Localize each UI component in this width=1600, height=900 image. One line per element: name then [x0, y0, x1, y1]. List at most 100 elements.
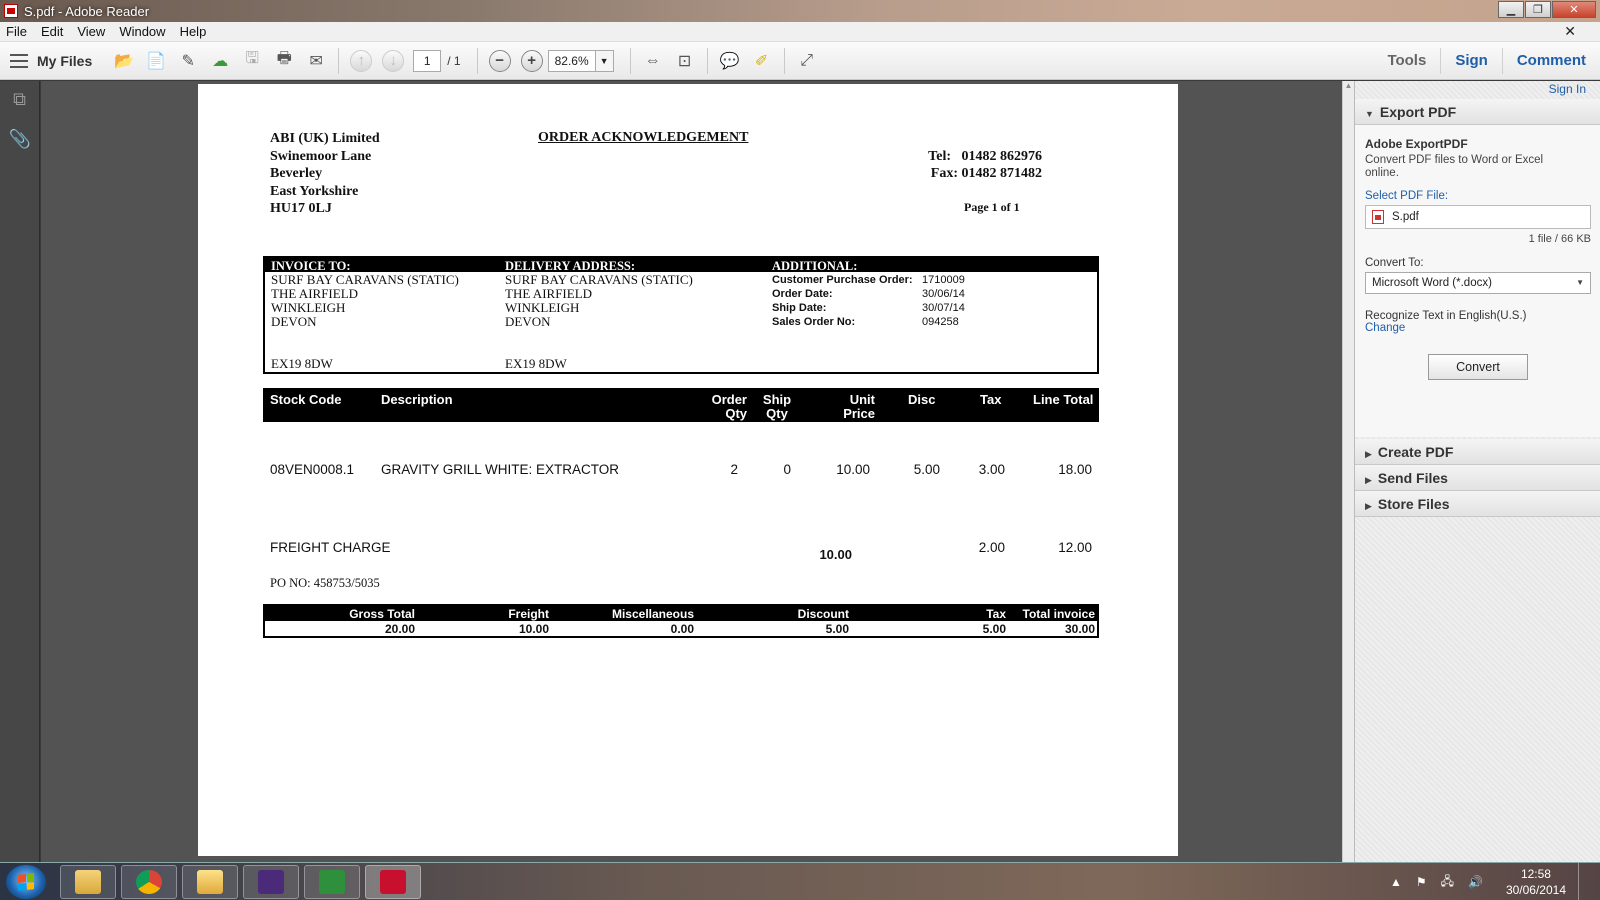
windows-logo-icon — [18, 873, 34, 891]
close-document-icon[interactable]: ✕ — [1564, 23, 1576, 40]
zoom-out-icon[interactable]: − — [488, 49, 511, 72]
delivery-line: THE AIRFIELD — [505, 286, 593, 301]
file-name: S.pdf — [1392, 211, 1419, 223]
save-icon[interactable]: 🖫 — [240, 49, 264, 73]
zoom-dropdown-icon[interactable]: ▼ — [595, 49, 614, 72]
comment-button[interactable]: Comment — [1501, 48, 1600, 74]
email-icon[interactable]: ✉ — [304, 49, 328, 73]
cell-ship-qty: 0 — [783, 462, 791, 477]
selected-file-field[interactable]: S.pdf — [1365, 205, 1591, 229]
adobe-reader-task-icon[interactable] — [365, 865, 421, 899]
store-files-section[interactable]: ▶ Store Files — [1355, 491, 1600, 517]
my-files-button[interactable]: My Files — [37, 53, 92, 69]
discount-label: Discount — [797, 607, 849, 621]
totals-box: Gross Total Freight Miscellaneous Discou… — [263, 604, 1099, 638]
menu-bar: File Edit View Window Help ✕ — [0, 22, 1600, 42]
chrome-task-icon[interactable] — [121, 865, 177, 899]
invoice-line: SURF BAY CARAVANS (STATIC) — [271, 272, 459, 287]
menu-window[interactable]: Window — [119, 24, 165, 39]
sticky-note-icon[interactable]: 💬 — [718, 49, 742, 73]
explorer-task-icon[interactable] — [60, 865, 116, 899]
attachments-icon[interactable]: 📎 — [9, 129, 31, 151]
tools-button[interactable]: Tools — [1373, 48, 1440, 74]
convert-to-select[interactable]: Microsoft Word (*.docx) — [1365, 272, 1591, 294]
col-description: Description — [381, 392, 453, 407]
export-pdf-section-header[interactable]: ▼ Export PDF — [1355, 99, 1600, 125]
send-files-section[interactable]: ▶ Send Files — [1355, 465, 1600, 491]
invoice-line: THE AIRFIELD — [271, 286, 359, 301]
toolbar: My Files 📂 📄 ✎ ☁ 🖫 🖶 ✉ ↑ ↓ 1 / 1 − + 82.… — [0, 42, 1600, 80]
outlook-task-icon[interactable] — [182, 865, 238, 899]
tools-pane: Sign In ▼ Export PDF Adobe ExportPDF Conv… — [1354, 81, 1600, 862]
freight-tax: 2.00 — [978, 540, 1005, 555]
edit-pdf-icon[interactable]: ✎ — [176, 49, 200, 73]
cell-unit-price: 10.00 — [836, 462, 870, 477]
invoice-postcode: EX19 8DW — [271, 356, 333, 371]
discount-value: 5.00 — [825, 622, 849, 636]
additional-row: Customer Purchase Order: 1710009 — [772, 274, 965, 286]
sign-button[interactable]: Sign — [1440, 48, 1502, 74]
previous-page-icon[interactable]: ↑ — [350, 49, 373, 72]
volume-icon[interactable]: 🔊 — [1468, 875, 1483, 889]
sage-task-icon[interactable] — [304, 865, 360, 899]
fit-page-icon[interactable]: ⊡ — [673, 49, 697, 73]
export-pdf-panel: ▼ Export PDF Adobe ExportPDF Convert PDF … — [1355, 99, 1600, 437]
change-language-link[interactable]: Change — [1365, 322, 1591, 334]
start-button[interactable] — [6, 865, 46, 899]
clock[interactable]: 12:58 30/06/2014 — [1506, 866, 1566, 898]
po-number: PO NO: 458753/5035 — [270, 576, 380, 590]
fit-width-icon[interactable]: ⇔ — [641, 49, 665, 73]
clock-time: 12:58 — [1520, 867, 1551, 881]
print-icon[interactable]: 🖶 — [272, 49, 296, 73]
page-number-input[interactable]: 1 — [413, 49, 442, 72]
convert-to-label: Convert To: — [1365, 257, 1424, 269]
service-description: Convert PDF files to Word or Excel onlin… — [1365, 154, 1544, 179]
service-title: Adobe ExportPDF — [1365, 137, 1468, 151]
next-page-icon[interactable]: ↓ — [382, 49, 405, 72]
ocr-text: Recognize Text in English(U.S.) — [1365, 310, 1527, 322]
show-desktop-button[interactable] — [1578, 863, 1588, 900]
menu-help[interactable]: Help — [180, 24, 207, 39]
total-invoice-label: Total invoice — [1022, 607, 1095, 621]
menu-view[interactable]: View — [77, 24, 105, 39]
collapse-triangle-icon: ▼ — [1365, 109, 1374, 119]
zoom-level-input[interactable]: 82.6% — [547, 49, 596, 72]
zoom-in-icon[interactable]: + — [520, 49, 543, 72]
show-hidden-icons-icon[interactable]: ▲ — [1390, 875, 1402, 889]
freight-total: 12.00 — [1058, 540, 1092, 555]
page-thumbnails-icon[interactable]: ⧉ — [9, 89, 31, 111]
scroll-up-icon[interactable]: ▲ — [1343, 81, 1354, 90]
open-file-icon[interactable]: 📂 — [112, 49, 136, 73]
close-window-button[interactable]: ✕ — [1552, 1, 1596, 18]
convert-button[interactable]: Convert — [1428, 354, 1528, 380]
calendar-app-task-icon[interactable] — [243, 865, 299, 899]
delivery-line: DEVON — [505, 314, 551, 329]
toolbar-divider — [629, 47, 631, 74]
line-items-header: Stock Code Description Order Qty Ship Qty … — [263, 388, 1099, 422]
tel-number: 01482 862976 — [961, 149, 1043, 164]
network-icon[interactable]: 🖧 — [1441, 872, 1454, 893]
menu-edit[interactable]: Edit — [41, 24, 63, 39]
action-center-flag-icon[interactable]: ⚑ — [1416, 875, 1427, 889]
create-pdf-icon[interactable]: 📄 — [144, 49, 168, 73]
window-title: S.pdf - Adobe Reader — [24, 3, 150, 19]
col-ship-qty: Ship Qty — [762, 392, 792, 421]
menu-file[interactable]: File — [6, 24, 27, 39]
document-viewport[interactable]: ABI (UK) Limited Swinemoor Lane Beverley… — [41, 81, 1342, 862]
sign-in-link[interactable]: Sign In — [1549, 82, 1586, 96]
upload-cloud-icon[interactable]: ☁ — [208, 49, 232, 73]
menu-hamburger-icon[interactable] — [10, 53, 28, 68]
col-order-qty: Order Qty — [711, 392, 747, 421]
vertical-scrollbar[interactable]: ▲ — [1342, 81, 1354, 862]
minimize-button[interactable]: ▁ — [1498, 1, 1524, 18]
invoice-line: DEVON — [271, 314, 317, 329]
additional-row: Ship Date: 30/07/14 — [772, 302, 965, 314]
highlight-text-icon[interactable]: ✐ — [750, 49, 774, 73]
gross-total-value: 20.00 — [384, 622, 415, 636]
maximize-button[interactable]: ❐ — [1525, 1, 1551, 18]
read-mode-icon[interactable]: ⤢ — [795, 49, 819, 73]
create-pdf-section[interactable]: ▶ Create PDF — [1355, 439, 1600, 465]
freight-total-value: 10.00 — [518, 622, 549, 636]
invoice-to-column: INVOICE TO: SURF BAY CARAVANS (STATIC) T… — [271, 259, 459, 371]
invoice-line: WINKLEIGH — [271, 300, 346, 315]
